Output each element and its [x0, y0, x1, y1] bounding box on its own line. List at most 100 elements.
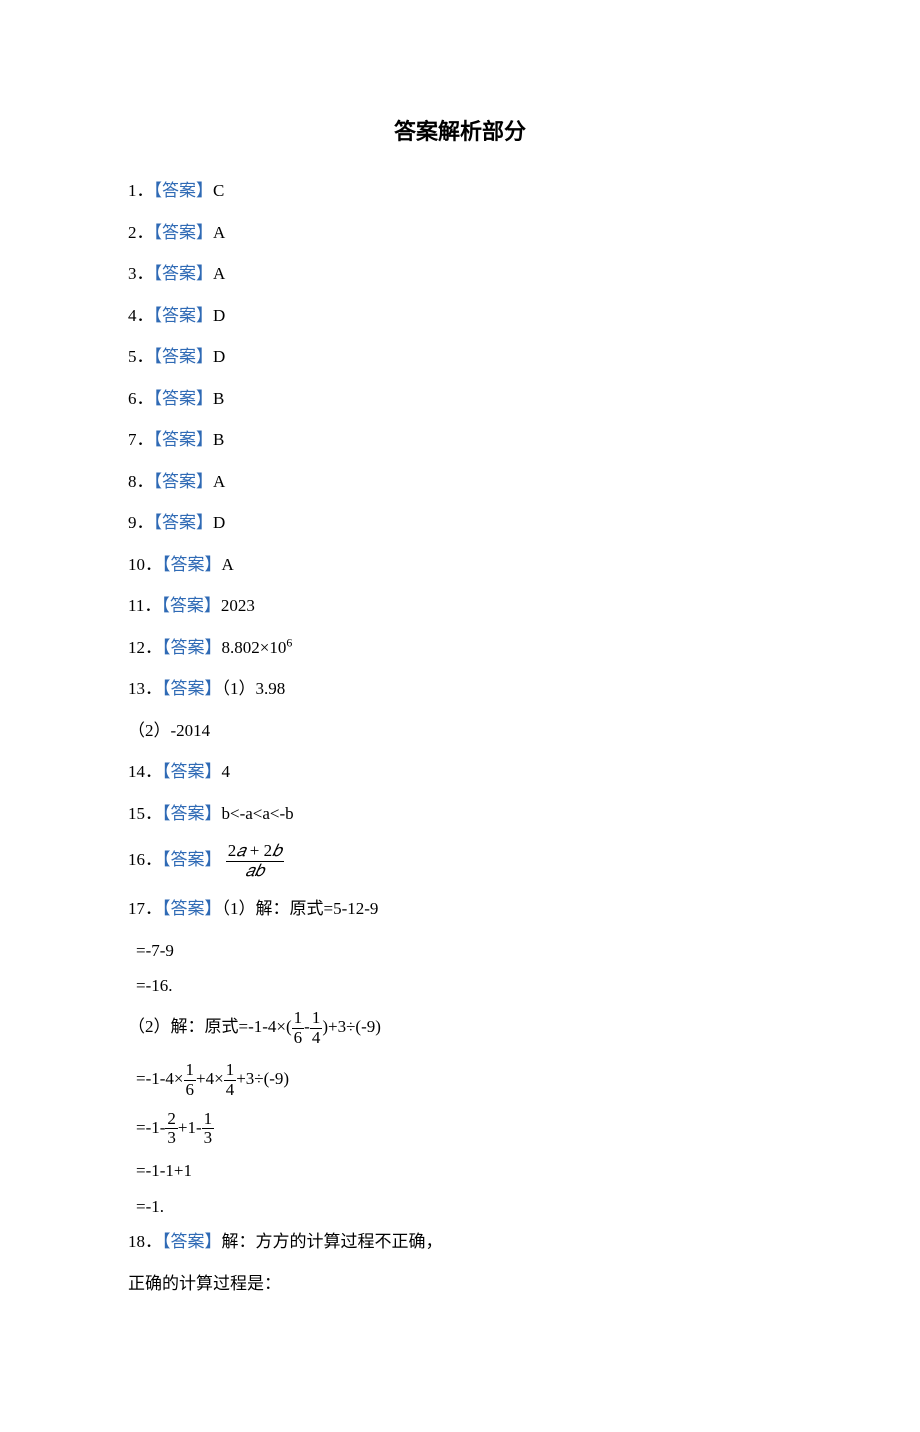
answer-value: 2023	[221, 596, 255, 615]
item-number: 17．	[128, 899, 162, 918]
fraction-numerator: 1	[184, 1061, 197, 1081]
item-number: 5．	[128, 347, 154, 366]
text: =-1-4×	[136, 1069, 184, 1088]
item-number: 12．	[128, 638, 162, 657]
answer-row: 8．【答案】A	[128, 469, 792, 495]
answer-value: A	[222, 555, 234, 574]
text: +3÷(-9)	[236, 1069, 289, 1088]
answer-value: 8.802×106	[222, 638, 293, 657]
part-label: （1）	[222, 679, 256, 698]
answer-row: 14．【答案】4	[128, 759, 792, 785]
item-number: 3．	[128, 264, 154, 283]
answer-value: b<-a<a<-b	[222, 804, 294, 823]
answer-row: 2．【答案】A	[128, 220, 792, 246]
answer-value: 4	[222, 762, 231, 781]
calc-step: =-1-23+1-13	[136, 1110, 792, 1148]
answer-row: 10．【答案】A	[128, 552, 792, 578]
item-number: 2．	[128, 223, 154, 242]
fraction-numerator: 2	[165, 1110, 178, 1130]
fraction-numerator: 1	[310, 1009, 323, 1029]
answer-row: 15．【答案】b<-a<a<-b	[128, 801, 792, 827]
answer-row: 18．【答案】解：方方的计算过程不正确，	[128, 1229, 792, 1255]
item-number: 10．	[128, 555, 162, 574]
fraction-denominator: 3	[165, 1129, 178, 1148]
answer-label: 【答案】	[162, 1232, 222, 1251]
calc-step: =-16.	[136, 973, 792, 999]
calc-step: =-1-4×16+4×14+3÷(-9)	[136, 1061, 792, 1099]
fraction-numerator: 1	[224, 1061, 237, 1081]
answer-label: 【答案】	[154, 430, 214, 449]
answer-row: 1．【答案】C	[128, 178, 792, 204]
answer-value: D	[213, 306, 225, 325]
value-base: 8.802×10	[222, 638, 287, 657]
answer-value: D	[213, 347, 225, 366]
answer-row: 12．【答案】8.802×106	[128, 635, 792, 661]
answer-value: C	[213, 181, 224, 200]
answer-subrow: （2）-2014	[128, 718, 792, 744]
fraction: 16	[184, 1061, 197, 1099]
answer-row: 5．【答案】D	[128, 344, 792, 370]
calc-step: =-1.	[136, 1194, 792, 1220]
text: +4×	[196, 1069, 224, 1088]
calc-step: =-1-1+1	[136, 1158, 792, 1184]
fraction-denominator: 𝑎𝑏	[226, 862, 284, 881]
fraction-numerator: 1	[202, 1110, 215, 1130]
answer-label: 【答案】	[162, 762, 222, 781]
solution-text: （2）解：原式=-1-4×(	[128, 1017, 292, 1036]
item-number: 13．	[128, 679, 162, 698]
answer-value: A	[213, 264, 225, 283]
answer-label: 【答案】	[154, 306, 214, 325]
answer-label: 【答案】	[154, 389, 214, 408]
fraction-denominator: 4	[224, 1081, 237, 1100]
answer-label: 【答案】	[162, 638, 222, 657]
answer-value: A	[213, 223, 225, 242]
answer-label: 【答案】	[154, 181, 214, 200]
text: =-1-	[136, 1118, 165, 1137]
item-number: 15．	[128, 804, 162, 823]
item-number: 16．	[128, 850, 162, 869]
answer-row: 13．【答案】（1）3.98	[128, 676, 792, 702]
solution-text: 正确的计算过程是：	[128, 1271, 792, 1297]
answer-label: 【答案】	[161, 596, 221, 615]
item-number: 11．	[128, 596, 161, 615]
answer-row: 4．【答案】D	[128, 303, 792, 329]
answer-value: D	[213, 513, 225, 532]
answer-row: 7．【答案】B	[128, 427, 792, 453]
num-text: + 2	[245, 841, 272, 860]
solution-text: （1）解：原式=5-12-9	[222, 899, 379, 918]
calc-step: =-7-9	[136, 938, 792, 964]
answer-row: 11．【答案】2023	[128, 593, 792, 619]
answer-label: 【答案】	[162, 804, 222, 823]
answer-value: -2014	[171, 721, 211, 740]
answer-value: B	[213, 389, 224, 408]
text: )+3÷(-9)	[322, 1017, 381, 1036]
value-exponent: 6	[286, 635, 292, 649]
answer-value: A	[213, 472, 225, 491]
answer-value: 3.98	[256, 679, 286, 698]
answer-label: 【答案】	[162, 555, 222, 574]
item-number: 18．	[128, 1232, 162, 1251]
fraction: 14	[224, 1061, 237, 1099]
answer-label: 【答案】	[154, 223, 214, 242]
fraction-denominator: 6	[184, 1081, 197, 1100]
solution-text: 解：方方的计算过程不正确，	[222, 1232, 443, 1251]
fraction: 14	[310, 1009, 323, 1047]
answer-label: 【答案】	[154, 513, 214, 532]
answer-row: 3．【答案】A	[128, 261, 792, 287]
fraction: 13	[202, 1110, 215, 1148]
page: 答案解析部分 1．【答案】C 2．【答案】A 3．【答案】A 4．【答案】D 5…	[0, 0, 920, 1432]
fraction: 2𝑎 + 2𝑏 𝑎𝑏	[226, 842, 284, 880]
item-number: 4．	[128, 306, 154, 325]
answer-row: 9．【答案】D	[128, 510, 792, 536]
item-number: 14．	[128, 762, 162, 781]
text: +1-	[178, 1118, 202, 1137]
item-number: 1．	[128, 181, 154, 200]
item-number: 8．	[128, 472, 154, 491]
answer-label: 【答案】	[162, 899, 222, 918]
answer-row: 6．【答案】B	[128, 386, 792, 412]
fraction-denominator: 6	[292, 1029, 305, 1048]
fraction: 16	[292, 1009, 305, 1047]
part-label: （2）	[128, 721, 171, 740]
fraction-denominator: 3	[202, 1129, 215, 1148]
answer-row: 16．【答案】 2𝑎 + 2𝑏 𝑎𝑏	[128, 842, 792, 880]
